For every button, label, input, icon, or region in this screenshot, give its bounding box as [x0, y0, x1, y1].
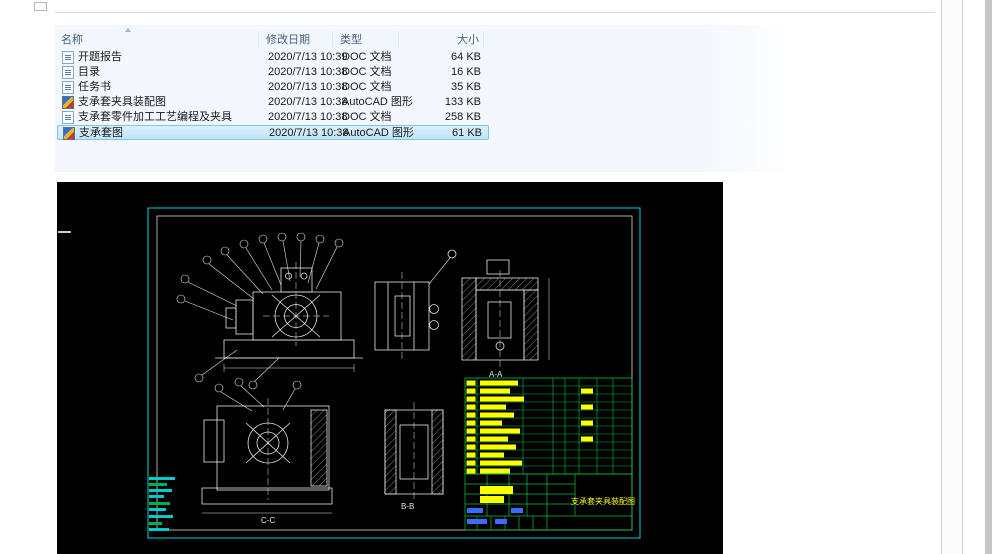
file-size: 64 KB — [451, 51, 481, 63]
file-type: DOC 文档 — [342, 111, 392, 123]
file-row-zhichengtaotu-selected[interactable]: 支承套图 2020/7/13 10:38 AutoCAD 图形 61 KB — [57, 125, 489, 140]
file-name: 支承套夹具装配图 — [78, 96, 166, 108]
file-row-mulu[interactable]: 目录 2020/7/13 10:38 DOC 文档 16 KB — [57, 65, 489, 80]
file-size: 16 KB — [451, 66, 481, 78]
file-type: AutoCAD 图形 — [343, 127, 414, 139]
drawing-title-text: 支承套夹具装配图 — [571, 496, 635, 506]
scrollbar-track[interactable] — [941, 0, 963, 554]
column-separator[interactable] — [258, 31, 259, 47]
file-type: DOC 文档 — [342, 51, 392, 63]
doc-file-icon — [62, 81, 74, 94]
cad-preview-window: A-A C-C B-B 支承套夹具装配图 — [57, 182, 723, 554]
column-header-size[interactable]: 大小 — [403, 31, 479, 47]
file-date: 2020/7/13 10:38 — [269, 127, 349, 139]
column-header-name-label: 名称 — [61, 34, 83, 46]
column-header-type[interactable]: 类型 — [340, 31, 362, 47]
cad-view-section-b — [384, 402, 444, 502]
sort-ascending-icon — [125, 28, 131, 32]
top-toolbar-strip — [55, 0, 935, 13]
file-row-renwushu[interactable]: 任务书 2020/7/13 10:38 DOC 文档 35 KB — [57, 80, 489, 95]
file-name: 任务书 — [78, 81, 111, 93]
column-headers: 名称 修改日期 类型 大小 — [55, 28, 525, 47]
title-block-highlight-cell — [480, 486, 513, 494]
title-block-highlight-cell — [480, 496, 504, 503]
file-size: 61 KB — [452, 127, 482, 139]
file-date: 2020/7/13 10:38 — [268, 111, 348, 123]
file-size: 133 KB — [444, 96, 481, 108]
column-header-date[interactable]: 修改日期 — [266, 31, 310, 47]
file-row-jiaju-zhuangpeitu[interactable]: 支承套夹具装配图 2020/7/13 10:38 AutoCAD 图形 133 … — [57, 95, 489, 110]
file-name: 目录 — [78, 66, 100, 78]
file-row-kaitibaogao[interactable]: 开题报告 2020/7/13 10:39 DOC 文档 64 KB — [57, 50, 489, 65]
column-separator[interactable] — [483, 31, 484, 47]
toolbar-mini-box[interactable] — [34, 2, 47, 11]
desktop: 名称 修改日期 类型 大小 开题报告 2020/7/13 10:39 DOC 文… — [0, 0, 992, 554]
column-separator[interactable] — [398, 31, 399, 47]
section-label-b: B-B — [401, 502, 414, 511]
file-row-gongyi-biancheng[interactable]: 支承套零件加工工艺编程及夹具 2020/7/13 10:38 DOC 文档 25… — [57, 110, 489, 125]
column-header-name[interactable]: 名称 — [61, 28, 131, 47]
window-edge — [985, 0, 992, 554]
file-date: 2020/7/13 10:38 — [268, 66, 348, 78]
column-header-type-label: 类型 — [340, 34, 362, 46]
cad-file-icon — [62, 96, 74, 109]
file-name: 支承套零件加工工艺编程及夹具 — [78, 111, 232, 123]
column-separator[interactable] — [332, 31, 333, 47]
file-name: 开题报告 — [78, 51, 122, 63]
file-date: 2020/7/13 10:38 — [268, 81, 348, 93]
file-date: 2020/7/13 10:39 — [268, 51, 348, 63]
doc-file-icon — [62, 111, 74, 124]
file-type: DOC 文档 — [342, 66, 392, 78]
file-type: AutoCAD 图形 — [342, 96, 413, 108]
file-name: 支承套图 — [79, 127, 123, 139]
file-date: 2020/7/13 10:38 — [268, 96, 348, 108]
column-header-size-label: 大小 — [457, 34, 479, 46]
column-header-date-label: 修改日期 — [266, 34, 310, 46]
file-size: 258 KB — [444, 111, 481, 123]
doc-file-icon — [62, 51, 74, 64]
file-list-panel: 名称 修改日期 类型 大小 开题报告 2020/7/13 10:39 DOC 文… — [55, 25, 785, 172]
cad-file-icon — [63, 127, 75, 140]
file-type: DOC 文档 — [342, 81, 392, 93]
section-label-c: C-C — [261, 516, 275, 525]
doc-file-icon — [62, 66, 74, 79]
cad-drawing: A-A C-C B-B 支承套夹具装配图 — [57, 182, 723, 554]
file-size: 35 KB — [451, 81, 481, 93]
